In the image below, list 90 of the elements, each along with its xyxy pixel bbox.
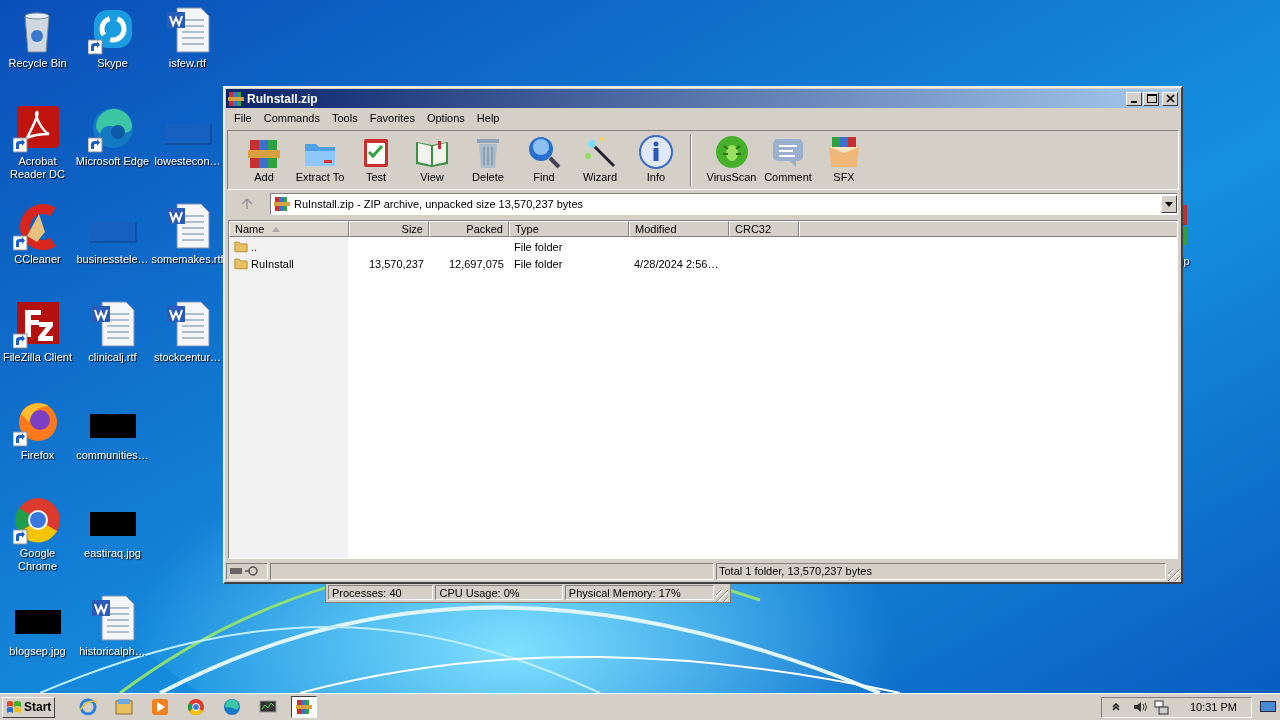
sort-arrow-icon bbox=[272, 226, 281, 232]
close-button[interactable] bbox=[1162, 91, 1178, 106]
icon-label: Microsoft Edge bbox=[75, 155, 150, 168]
toolbar-button[interactable]: View bbox=[404, 134, 460, 183]
start-button[interactable]: Start bbox=[2, 696, 56, 718]
ie-icon bbox=[78, 697, 99, 717]
icon-label: Google Chrome bbox=[16, 547, 59, 573]
icon-label: Skype bbox=[97, 57, 128, 70]
status-text: Total 1 folder, 13,570,237 bytes bbox=[719, 565, 872, 577]
toolbar-button[interactable]: Extract To bbox=[292, 134, 348, 183]
icon-label: eastiraq.jpg bbox=[84, 547, 141, 560]
icon-label: clinicalj.rtf bbox=[88, 351, 137, 364]
box-icon bbox=[826, 134, 862, 170]
icon-label: somemakes.rtf bbox=[151, 253, 224, 266]
menu-item[interactable]: Commands bbox=[257, 112, 326, 124]
up-arrow-icon bbox=[241, 198, 253, 210]
icon-label: CCleaner bbox=[14, 253, 61, 266]
bug-icon bbox=[713, 134, 750, 170]
drive-key-icon bbox=[229, 565, 261, 577]
status-text: CPU Usage: 0% bbox=[435, 585, 563, 600]
info-icon bbox=[638, 134, 674, 170]
search-icon bbox=[526, 134, 562, 170]
resize-grip-icon[interactable] bbox=[716, 590, 728, 602]
folder-icon bbox=[114, 697, 135, 717]
close-icon bbox=[1163, 92, 1177, 105]
column-header[interactable]: Size bbox=[349, 221, 429, 237]
toolbar-button[interactable]: Add bbox=[236, 134, 292, 183]
file-name[interactable]: .. bbox=[251, 240, 258, 253]
icon-label: communities… bbox=[76, 449, 149, 462]
icon-label: lowestecon… bbox=[154, 155, 221, 168]
table-cell: File folder bbox=[514, 240, 563, 253]
address-field[interactable]: RuInstall.zip - ZIP archive, unpacked size 13,570,237 bytes bbox=[270, 193, 1178, 215]
icon-label: Acrobat Reader DC bbox=[9, 155, 66, 181]
column-header[interactable]: Modified bbox=[629, 221, 729, 237]
table-cell: 4/28/2024 2:56… bbox=[634, 257, 719, 270]
magic-wand-icon bbox=[582, 134, 618, 170]
icon-label: ip bbox=[1181, 255, 1190, 268]
column-header[interactable]: Name bbox=[229, 221, 349, 237]
toolbar-button[interactable]: Info bbox=[628, 134, 684, 183]
minimize-button[interactable] bbox=[1126, 91, 1142, 106]
toolbar-button[interactable]: SFX bbox=[816, 134, 872, 183]
icon-label: stockcentur… bbox=[153, 351, 222, 364]
table-cell: File folder bbox=[514, 257, 563, 270]
file-name[interactable]: RuInstall bbox=[251, 257, 294, 270]
toolbar-button[interactable]: VirusScan bbox=[690, 134, 760, 186]
icon-label: businesstele… bbox=[76, 253, 149, 266]
toolbar-button[interactable]: Find bbox=[516, 134, 572, 183]
address-text: RuInstall.zip - ZIP archive, unpacked size 13,570,237 bytes bbox=[294, 198, 584, 210]
maximize-icon bbox=[1144, 92, 1158, 105]
archive-icon bbox=[274, 196, 290, 212]
caret-icon bbox=[1165, 201, 1173, 207]
windows-logo-icon bbox=[6, 700, 22, 714]
window-title: RuInstall.zip bbox=[247, 91, 319, 106]
toolbar-button[interactable]: Delete bbox=[460, 134, 516, 183]
archive-icon bbox=[228, 90, 244, 107]
column-header[interactable]: CRC32 bbox=[729, 221, 799, 237]
toolbar-button[interactable]: Comment bbox=[760, 134, 816, 183]
toolbar-button[interactable]: Wizard bbox=[572, 134, 628, 183]
resize-grip-icon[interactable] bbox=[1168, 569, 1180, 581]
chrome-icon bbox=[186, 697, 207, 717]
icon-label: historicalph… bbox=[79, 645, 146, 658]
taskbar-button[interactable] bbox=[291, 696, 318, 718]
column-header[interactable]: Packed bbox=[429, 221, 509, 237]
menu-item[interactable]: Tools bbox=[326, 112, 364, 124]
status-text: Physical Memory: 17% bbox=[564, 585, 715, 600]
dropdown-button[interactable] bbox=[1161, 195, 1177, 213]
column-header[interactable]: Type bbox=[509, 221, 629, 237]
icon-label: FileZilla Client bbox=[2, 351, 73, 364]
status-text: Processes: 40 bbox=[328, 585, 434, 600]
edge-icon bbox=[222, 697, 243, 717]
menu-item[interactable]: Favorites bbox=[363, 112, 421, 124]
desktop-icon bbox=[1260, 701, 1276, 713]
icon-label: Firefox bbox=[20, 449, 55, 462]
icon-label: Recycle Bin bbox=[8, 57, 67, 70]
menu-item[interactable]: Help bbox=[470, 112, 506, 124]
table-cell: 12,697,075 bbox=[448, 257, 504, 270]
menu-item[interactable]: File bbox=[228, 112, 258, 124]
table-cell: 13,570,237 bbox=[368, 257, 424, 270]
minimize-icon bbox=[1131, 100, 1137, 103]
maximize-button[interactable] bbox=[1143, 91, 1159, 106]
archive-icon bbox=[294, 697, 315, 717]
icon-label: isfew.rtf bbox=[168, 57, 207, 70]
toolbar-button[interactable]: Test bbox=[348, 134, 404, 183]
play-icon bbox=[150, 697, 171, 717]
folder-icon bbox=[234, 257, 248, 270]
icon-label: blogsep.jpg bbox=[9, 645, 66, 658]
clock[interactable]: 10:31 PM bbox=[1189, 701, 1237, 713]
folder-icon bbox=[234, 240, 248, 253]
desktop-icon[interactable] bbox=[12, 496, 63, 546]
menu-item[interactable]: Options bbox=[420, 112, 471, 124]
